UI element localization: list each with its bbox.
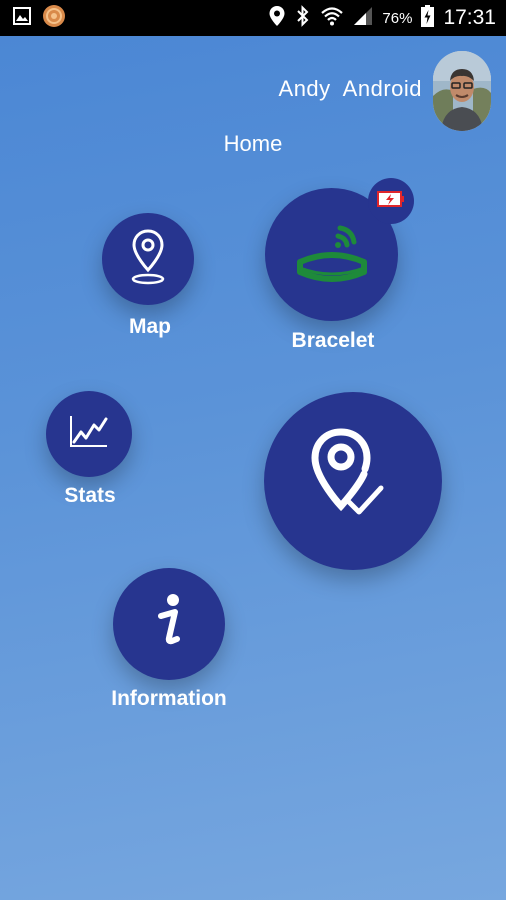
- status-bar: 76% 17:31: [0, 0, 506, 36]
- information-button[interactable]: [113, 568, 225, 680]
- clock: 17:31: [443, 6, 496, 29]
- signal-icon: [353, 6, 373, 30]
- stats-label[interactable]: Stats: [40, 484, 140, 508]
- info-icon: [149, 592, 189, 657]
- line-chart-icon: [67, 412, 111, 457]
- map-pin-icon: [123, 227, 173, 292]
- page-title: Home: [223, 131, 283, 156]
- bracelet-icon: [292, 212, 372, 297]
- battery-percent: 76%: [382, 9, 413, 27]
- map-button[interactable]: [102, 213, 194, 305]
- stats-button[interactable]: [46, 391, 132, 477]
- user-name[interactable]: Andy Android: [279, 76, 422, 102]
- location-check-icon: [303, 424, 403, 539]
- bluetooth-icon: [295, 5, 311, 31]
- location-icon: [268, 5, 286, 31]
- bracelet-label[interactable]: Bracelet: [275, 329, 391, 353]
- location-checkin-button[interactable]: [264, 392, 442, 570]
- wifi-icon: [320, 5, 344, 31]
- map-label[interactable]: Map: [102, 315, 198, 339]
- avatar[interactable]: [433, 51, 491, 131]
- battery-charging-icon: [421, 5, 435, 31]
- battery-alert-badge: [368, 178, 414, 224]
- information-label[interactable]: Information: [98, 687, 240, 711]
- app-badge-icon: [42, 4, 66, 33]
- image-icon: [12, 6, 32, 31]
- battery-alert-icon: [376, 189, 406, 214]
